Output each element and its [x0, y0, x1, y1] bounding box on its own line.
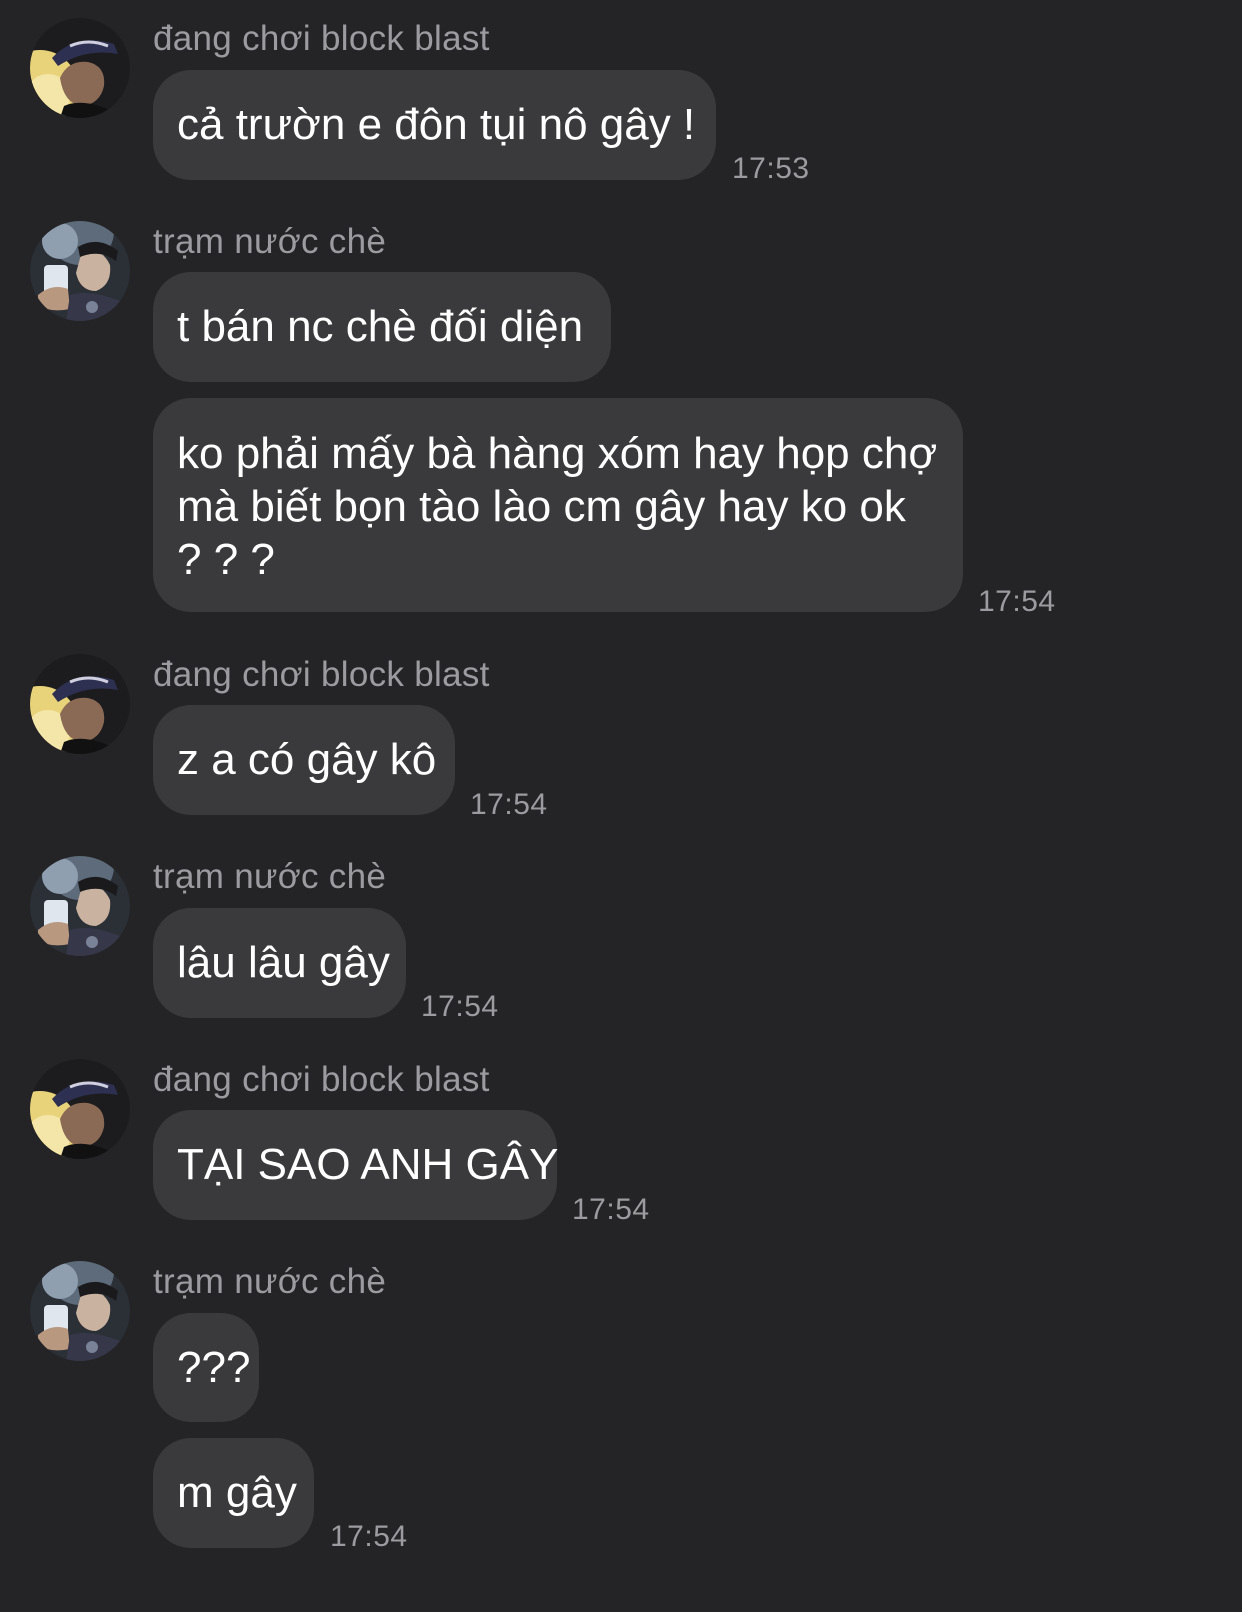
message-bubble[interactable]: lâu lâu gây — [145, 908, 406, 1018]
message-time: 17:54 — [978, 585, 1056, 618]
sender-name: đang chơi block blast — [153, 1060, 490, 1099]
message-bubble[interactable]: z a có gây kô — [145, 705, 455, 815]
sender-name: đang chơi block blast — [153, 19, 490, 58]
message-time: 17:53 — [732, 152, 810, 185]
profile-photo-cap-icon — [30, 18, 130, 118]
message-time: 17:54 — [470, 788, 548, 821]
message-bubble[interactable]: t bán nc chè đối diện — [145, 272, 611, 382]
message-time: 17:54 — [421, 990, 499, 1023]
message-time: 17:54 — [572, 1193, 650, 1226]
profile-photo-drink-icon — [30, 221, 130, 321]
message-bubble[interactable]: ??? — [145, 1313, 259, 1422]
avatar[interactable] — [30, 856, 130, 956]
avatar[interactable] — [30, 221, 130, 321]
profile-photo-cap-icon — [30, 1059, 130, 1159]
chat-thread[interactable]: đang chơi block blast cả trườn e đôn tụi… — [0, 0, 1242, 1612]
sender-name: đang chơi block blast — [153, 655, 490, 694]
message-bubble[interactable]: m gây — [153, 1438, 314, 1548]
avatar[interactable] — [30, 1059, 130, 1159]
avatar[interactable] — [30, 18, 130, 118]
profile-photo-cap-icon — [30, 654, 130, 754]
profile-photo-drink-icon — [30, 1261, 130, 1361]
profile-photo-drink-icon — [30, 856, 130, 956]
message-bubble[interactable]: ko phải mấy bà hàng xóm hay họp chợ mà b… — [153, 398, 963, 612]
message-bubble[interactable]: cả trườn e đôn tụi nô gây ! — [145, 70, 716, 180]
sender-name: trạm nước chè — [153, 222, 387, 261]
sender-name: trạm nước chè — [153, 857, 387, 896]
sender-name: trạm nước chè — [153, 1262, 387, 1301]
avatar[interactable] — [30, 654, 130, 754]
message-bubble[interactable]: TẠI SAO ANH GÂY — [145, 1110, 558, 1220]
message-time: 17:54 — [330, 1520, 408, 1553]
avatar[interactable] — [30, 1261, 130, 1361]
